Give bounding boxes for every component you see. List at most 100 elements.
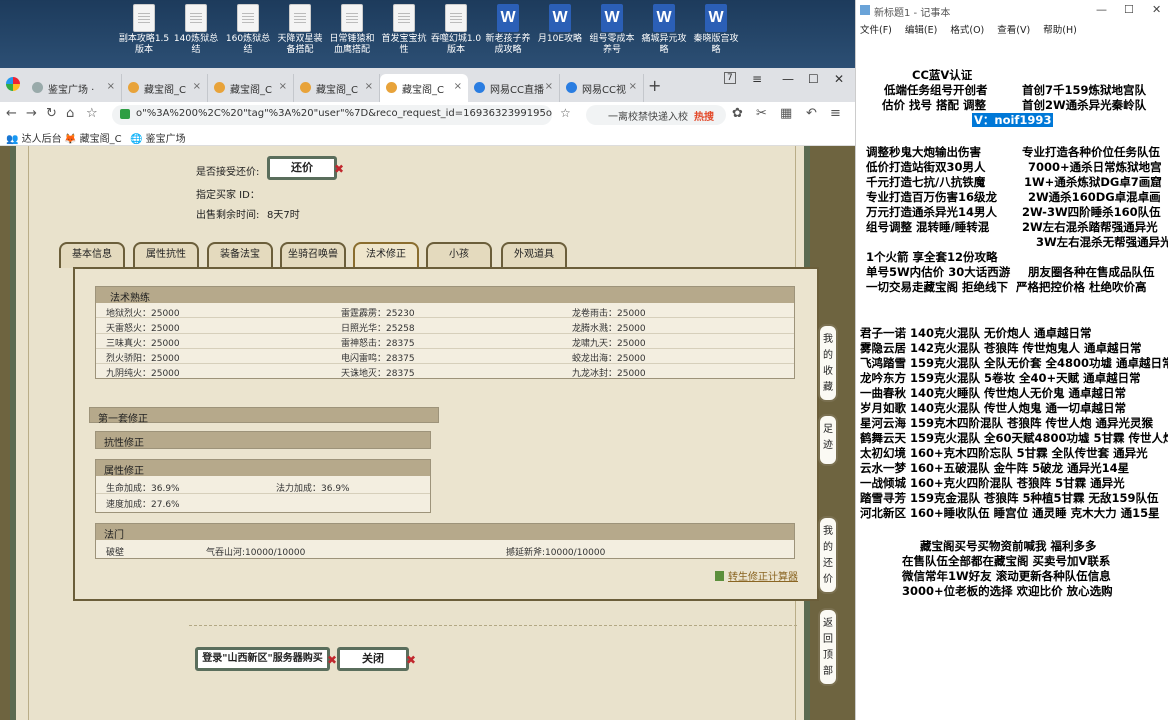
login-server-buy-button[interactable]: 登录"山西新区"服务器购买 ✖ [195, 647, 337, 671]
extension-icon[interactable]: ✿ [732, 106, 743, 121]
desktop-file-icon[interactable]: 天降双星装备搭配 [274, 4, 326, 56]
menu-file[interactable]: 文件(F) [860, 25, 892, 36]
tab-close-icon[interactable]: × [629, 81, 637, 92]
team-line: 一曲春秋 140克火睡队 传世炮人无价鬼 通卓越日常 [860, 386, 1127, 400]
tab-children[interactable]: 小孩 [426, 242, 492, 268]
menu-help[interactable]: 帮助(H) [1043, 25, 1077, 36]
row-divider [96, 317, 794, 318]
cbg-favicon-icon [128, 82, 139, 93]
forward-arrow-icon[interactable]: → [26, 106, 37, 121]
cut-icon[interactable]: ✂ [756, 106, 767, 121]
tab-spell-mods[interactable]: 法术修正 [353, 242, 419, 268]
text-line: 藏宝阁买号买物资前喊我 福利多多 [920, 539, 1097, 553]
desktop-file-icon[interactable]: 140炼狱总结 [170, 4, 222, 56]
text-line: 在售队伍全部都在藏宝阁 买卖号加V联系 [902, 554, 1111, 568]
close-mark-icon: ✖ [405, 653, 416, 667]
text-line: 1个火箭 享全套12份攻略 [866, 250, 998, 264]
document-icon [341, 4, 363, 32]
minimize-icon[interactable]: — [782, 72, 794, 86]
tab-counter[interactable]: 7 [724, 72, 736, 84]
desktop-file-icon[interactable]: 160炼狱总结 [222, 4, 274, 56]
cbg-favicon-icon [386, 82, 397, 93]
desktop-word-file-icon[interactable]: W 痛城异元攻略 [638, 4, 690, 56]
desktop-file-icon[interactable]: 首发宝宝抗性 [378, 4, 430, 56]
apps-grid-icon[interactable]: ▦ [780, 106, 792, 121]
close-icon[interactable]: ✕ [834, 72, 844, 86]
star-icon[interactable]: ☆ [560, 106, 571, 120]
close-icon[interactable]: ✕ [1152, 3, 1161, 16]
browser-tab[interactable]: 藏宝阁_C × [294, 74, 380, 102]
desktop-word-file-icon[interactable]: W 秦晓版宫攻略 [690, 4, 742, 56]
browser-tab[interactable]: 鉴宝广场 · × [26, 74, 122, 102]
tab-close-icon[interactable]: × [193, 81, 201, 92]
close-button[interactable]: 关闭 ✖ [337, 647, 416, 671]
row-divider [96, 333, 794, 334]
team-line: 鹤舞云天 159克火混队 全60天赋4800功墟 5甘霖 传世人炮 [860, 431, 1168, 445]
notepad-icon [860, 5, 870, 15]
menu-view[interactable]: 查看(V) [997, 25, 1030, 36]
browser-nav-bar: ← → ↻ ⌂ ☆ o"%3A%200%2C%20"tag"%3A%20"use… [0, 102, 855, 128]
bargain-button[interactable]: 还价 ✖ [267, 156, 344, 180]
desktop-word-file-icon[interactable]: W 月10E攻略 [534, 4, 586, 45]
rebirth-mod-calculator-link[interactable]: 转生修正计算器 [715, 568, 798, 583]
bookmark-item[interactable]: 🌐 鉴宝广场 [130, 130, 186, 145]
tab-close-icon[interactable]: × [454, 81, 462, 92]
attr-value: 速度加成：27.6% [106, 500, 180, 510]
back-arrow-icon[interactable]: ← [6, 106, 17, 121]
footprints-button[interactable]: 足迹 [818, 414, 838, 466]
tab-mounts-pets[interactable]: 坐骑召唤兽 [280, 242, 346, 268]
my-favorites-button[interactable]: 我的收藏 [818, 324, 838, 402]
home-icon[interactable]: ⌂ [66, 106, 74, 121]
team-line: 岁月如歌 140克火混队 传世人炮鬼 通一切卓越日常 [860, 401, 1127, 415]
maximize-icon[interactable]: ☐ [808, 72, 819, 86]
maximize-icon[interactable]: ☐ [1124, 3, 1134, 16]
tab-close-icon[interactable]: × [107, 81, 115, 92]
address-bar[interactable]: o"%3A%200%2C%20"tag"%3A%20"user"%7D&reco… [112, 105, 552, 125]
tab-close-icon[interactable]: × [365, 81, 373, 92]
team-line: 君子一诺 140克火混队 无价炮人 通卓越日常 [860, 326, 1092, 340]
attr-mod-box: 属性修正 生命加成：36.9% 法力加成：36.9% 速度加成：27.6% [95, 459, 431, 513]
tab-close-icon[interactable]: × [545, 81, 553, 92]
menu-icon[interactable]: ≡ [830, 106, 841, 121]
cbg-favicon-icon [214, 82, 225, 93]
desktop-file-icon[interactable]: 日常锤猿和血鹰搭配 [326, 4, 378, 56]
desktop-file-icon[interactable]: 副本攻略1.5版本 [118, 4, 170, 56]
undo-icon[interactable]: ↶ [806, 106, 817, 121]
reload-icon[interactable]: ↻ [46, 106, 57, 121]
browser-tab[interactable]: 藏宝阁_C × [122, 74, 208, 102]
text-line: 一切交易走藏宝阁 拒绝线下 [866, 280, 1009, 294]
bookmark-item[interactable]: 🦊 藏宝阁_C [64, 130, 122, 145]
back-to-top-button[interactable]: 返回顶部 [818, 608, 838, 686]
text-line: 专业打造百万伤害16级龙 [866, 190, 998, 204]
browser-tab[interactable]: 网易CC直播 × [468, 74, 560, 102]
menu-format[interactable]: 格式(O) [950, 25, 984, 36]
notepad-menu-bar: 文件(F) 编辑(E) 格式(O) 查看(V) 帮助(H) [856, 20, 1168, 38]
tab-close-icon[interactable]: × [279, 81, 287, 92]
new-tab-button[interactable]: + [648, 76, 661, 95]
desktop-word-file-icon[interactable]: W 新老孩子养成攻略 [482, 4, 534, 56]
browser-tab[interactable]: 藏宝阁_C × [208, 74, 294, 102]
cbg-favicon-icon [300, 82, 311, 93]
minimize-icon[interactable]: — [1096, 3, 1107, 16]
search-box[interactable]: 一离校禁快递入校 热搜 [586, 105, 726, 125]
tab-basic-info[interactable]: 基本信息 [59, 242, 125, 268]
desktop-word-file-icon[interactable]: W 组号零成本养号 [586, 4, 638, 56]
text-line: 朋友圈各种在售成品队伍 [1028, 265, 1155, 279]
browser-tab-active[interactable]: 藏宝阁_C × [380, 74, 468, 102]
menu-edit[interactable]: 编辑(E) [905, 25, 937, 36]
bookmark-star-icon[interactable]: ☆ [86, 106, 98, 121]
notepad-text-area[interactable]: CC蓝V认证 低端任务组号开创者 首创7千159炼狱地宫队 估价 找号 搭配 调… [856, 38, 1168, 720]
word-doc-icon: W [653, 4, 675, 32]
browser-window: 鉴宝广场 · × 藏宝阁_C × 藏宝阁_C × 藏宝阁_C × 藏宝阁_C × 网易CC… [0, 68, 855, 720]
text-line: 2W左右混杀踏帮强通异光 [1022, 220, 1158, 234]
desktop-file-icon[interactable]: 吞噬幻城1.0版本 [430, 4, 482, 56]
tab-appearance[interactable]: 外观道具 [501, 242, 567, 268]
document-icon [185, 4, 207, 32]
notepad-title: 新标题1 - 记事本 [874, 8, 951, 19]
tab-attributes[interactable]: 属性抗性 [133, 242, 199, 268]
menu-icon[interactable]: ≡ [752, 72, 762, 86]
browser-tab[interactable]: 网易CC视 × [560, 74, 644, 102]
my-bargains-button[interactable]: 我的还价 [818, 516, 838, 594]
bookmark-item[interactable]: 👥 达人后台 [6, 130, 62, 145]
tab-equipment[interactable]: 装备法宝 [207, 242, 273, 268]
